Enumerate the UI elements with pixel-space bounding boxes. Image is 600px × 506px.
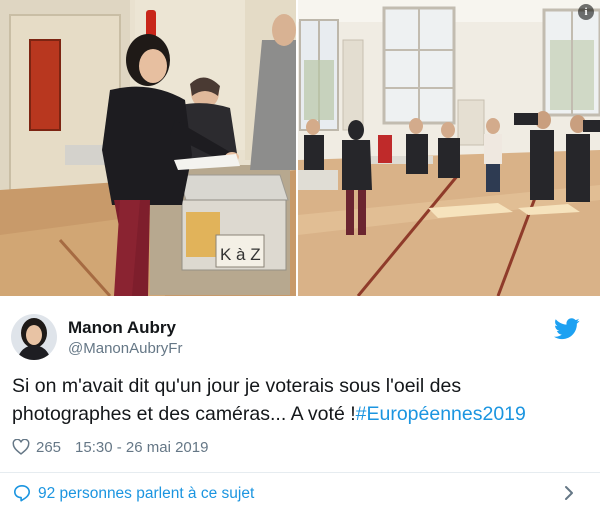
tweet-text: Si on m'avait dit qu'un jour je voterais… [12, 372, 582, 428]
author-name[interactable]: Manon Aubry [68, 318, 176, 338]
photo-voting-booth[interactable]: K à Z i [0, 0, 296, 296]
tweet-card: K à Z i Manon Aubry @ManonAubryFr Si on … [0, 0, 600, 506]
hashtag-link[interactable]: #Européennes2019 [356, 403, 526, 425]
tweet-header: Manon Aubry @ManonAubryFr [0, 306, 600, 366]
heart-icon[interactable] [12, 439, 30, 455]
conversation-link[interactable]: 92 personnes parlent à ce sujet [38, 485, 254, 503]
photo-polling-room[interactable]: i [298, 0, 600, 296]
info-icon[interactable]: i [578, 4, 594, 20]
reply-bubble-icon [13, 484, 31, 502]
avatar[interactable] [11, 314, 57, 360]
author-handle[interactable]: @ManonAubryFr [68, 340, 182, 357]
like-count[interactable]: 265 [36, 439, 61, 456]
chevron-right-icon[interactable] [564, 485, 574, 501]
conversation-footer[interactable]: 92 personnes parlent à ce sujet [0, 473, 600, 506]
timestamp[interactable]: 15:30 - 26 mai 2019 [75, 439, 208, 456]
tweet-media: K à Z i [0, 0, 600, 296]
tweet-meta: 265 15:30 - 26 mai 2019 [12, 437, 208, 457]
twitter-bird-icon[interactable] [554, 318, 580, 340]
ballot-box-label: K à Z [220, 245, 261, 264]
